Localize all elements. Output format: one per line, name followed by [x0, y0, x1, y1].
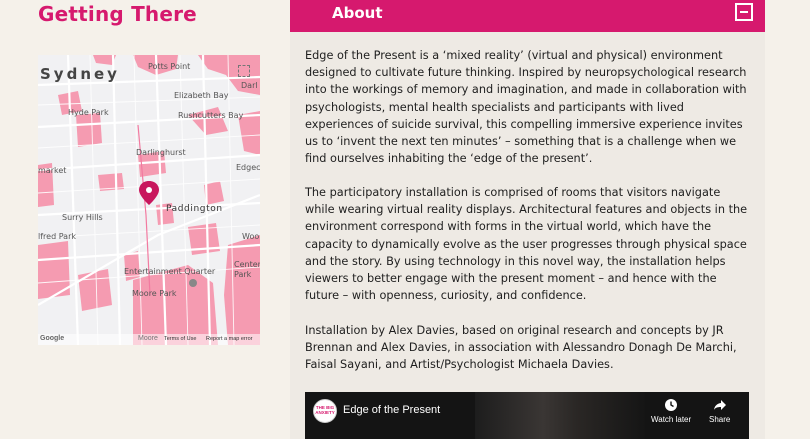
- about-paragraph-1: Edge of the Present is a ‘mixed reality’…: [305, 49, 747, 166]
- map-label-elizabeth-bay: Elizabeth Bay: [174, 91, 229, 100]
- map-footer-moore: Moore: [138, 335, 158, 342]
- map-label-potts-point: Potts Point: [148, 62, 191, 71]
- watch-later-button[interactable]: Watch later: [651, 398, 691, 424]
- map-footer: Google Moore Terms of Use Report a map e…: [38, 334, 260, 345]
- map-label-entertainment-quarter: Entertainment Quarter: [124, 267, 216, 276]
- location-map[interactable]: Sydney Potts Point Elizabeth Bay Darl Hy…: [38, 55, 260, 345]
- about-paragraph-2: The participatory installation is compri…: [305, 186, 748, 303]
- about-panel: About Edge of the Present is a ‘mixed re…: [290, 0, 765, 439]
- fullscreen-icon[interactable]: [238, 65, 250, 77]
- location-pin-icon: [139, 181, 159, 205]
- map-label-moore-park: Moore Park: [132, 289, 177, 298]
- about-paragraph-3: Installation by Alex Davies, based on or…: [305, 324, 737, 372]
- map-label-centennial-park: Centennial Park: [234, 260, 260, 279]
- map-label-woo: Woo: [242, 232, 260, 241]
- watch-later-label: Watch later: [651, 415, 692, 424]
- map-label-darl: Darl: [241, 81, 258, 90]
- map-label-paddington: Paddington: [166, 204, 223, 214]
- google-logo: Google: [40, 335, 65, 342]
- map-label-hyde-park: Hyde Park: [68, 108, 109, 117]
- channel-logo[interactable]: THE BIG ANXIETY: [313, 399, 337, 423]
- map-label-sydney: Sydney: [40, 65, 120, 83]
- share-button[interactable]: Share: [709, 398, 730, 424]
- clock-icon: [665, 399, 678, 411]
- video-thumbnail: [475, 392, 645, 439]
- share-icon: [713, 400, 726, 410]
- terms-link[interactable]: Terms of Use: [164, 336, 196, 342]
- about-panel-header[interactable]: About: [290, 0, 765, 32]
- video-embed[interactable]: THE BIG ANXIETY Edge of the Present Watc…: [305, 392, 749, 439]
- map-label-alfred-park: lfred Park: [38, 232, 76, 241]
- share-label: Share: [709, 415, 731, 424]
- getting-there-heading: Getting There: [38, 2, 197, 26]
- map-label-market: market: [38, 166, 67, 175]
- video-title[interactable]: Edge of the Present: [343, 404, 440, 416]
- map-label-edgec: Edgec: [236, 163, 260, 172]
- map-label-surry-hills: Surry Hills: [62, 213, 103, 222]
- collapse-icon[interactable]: [735, 3, 753, 21]
- report-map-error-link[interactable]: Report a map error: [206, 336, 252, 342]
- about-title: About: [332, 4, 383, 22]
- map-label-darlinghurst: Darlinghurst: [136, 148, 186, 157]
- map-label-rushcutters-bay: Rushcutters Bay: [178, 111, 244, 120]
